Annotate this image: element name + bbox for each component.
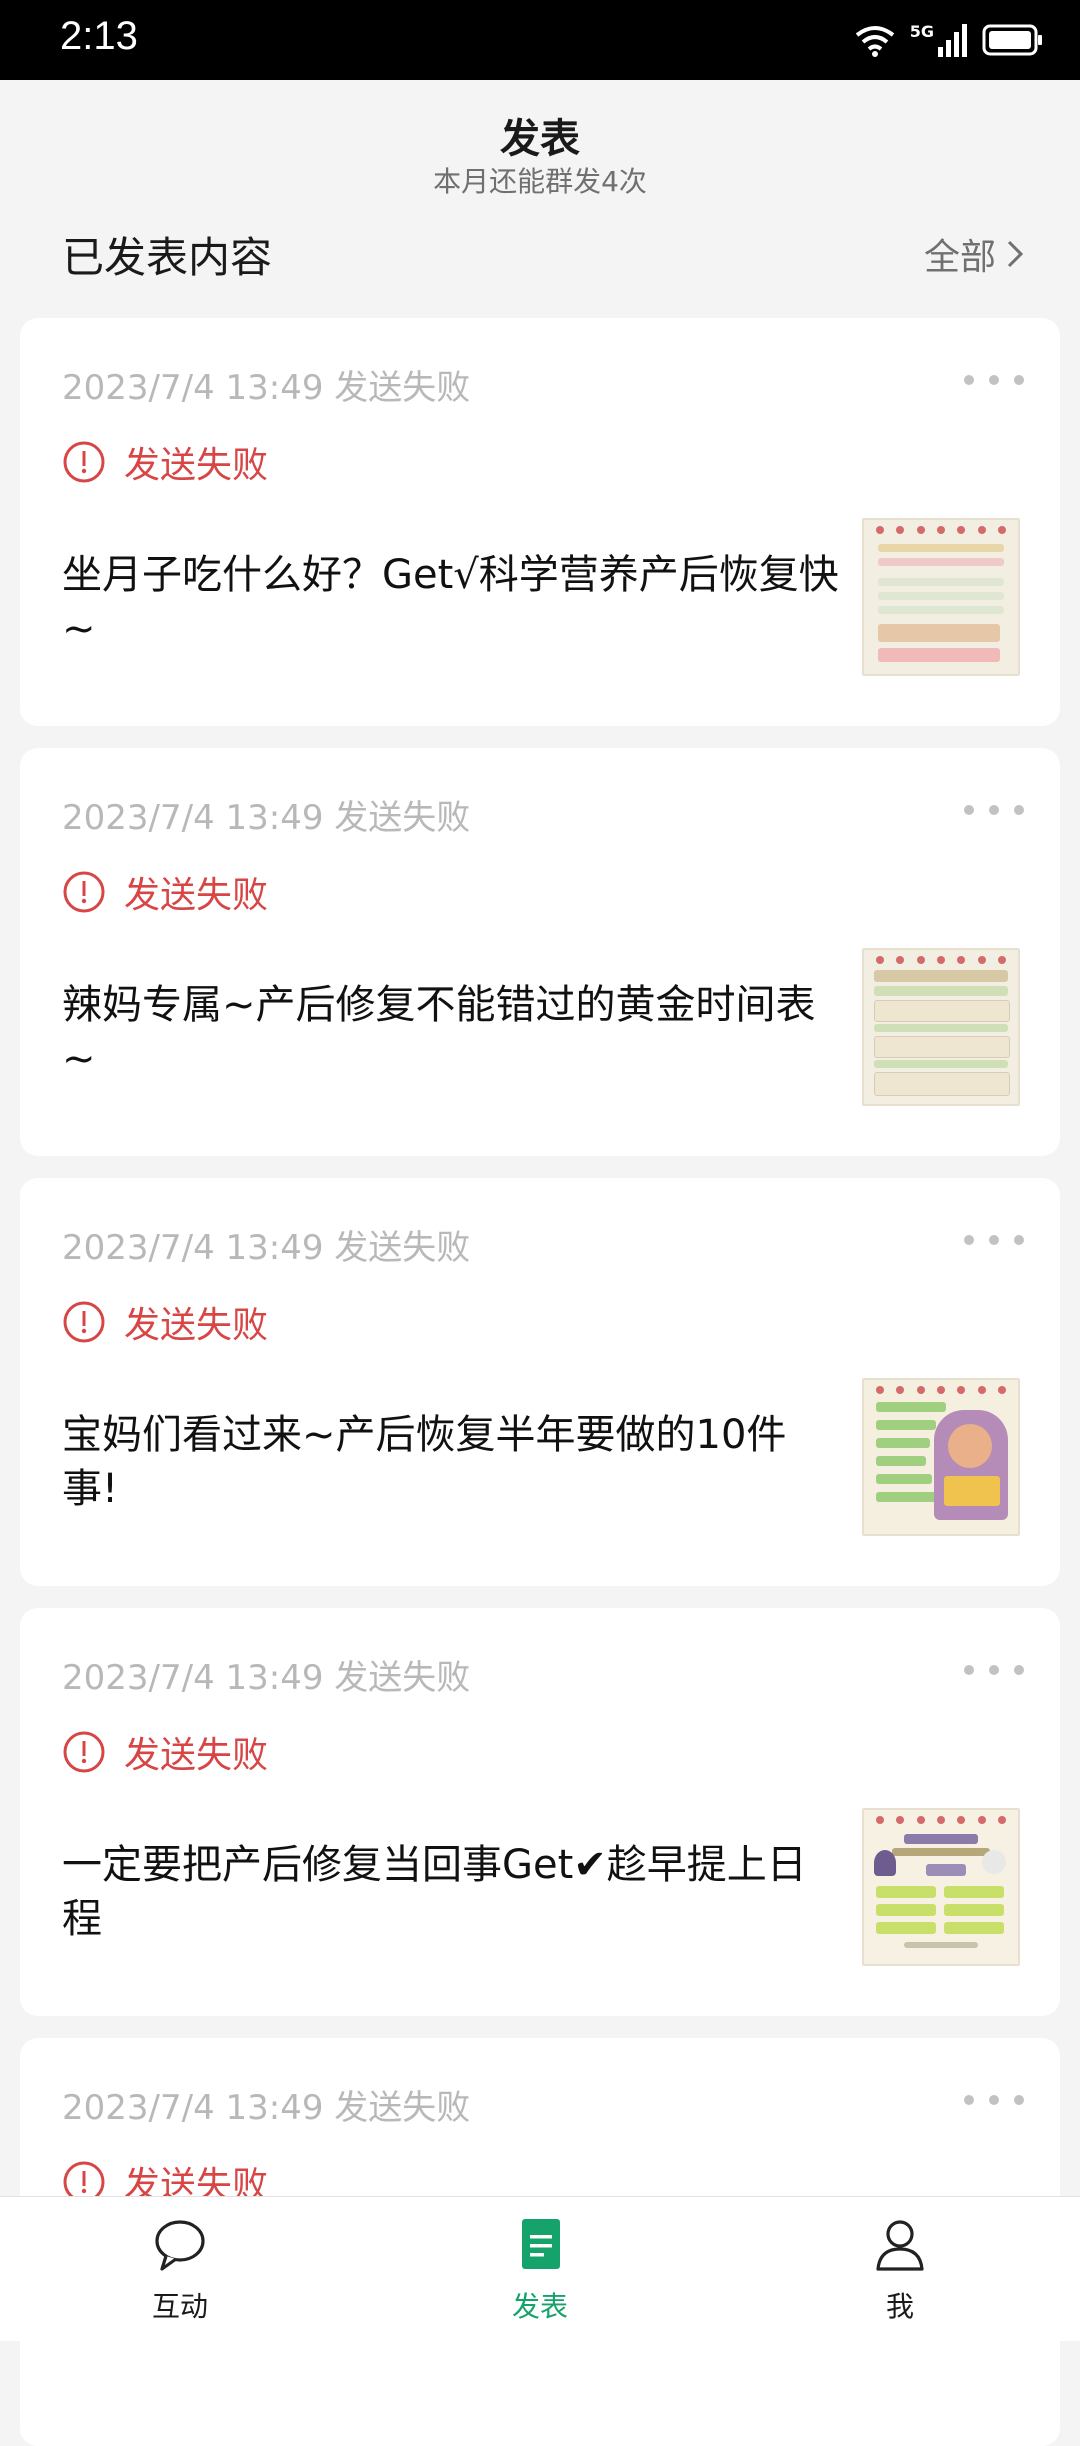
document-icon (522, 2219, 560, 2269)
post-card[interactable]: 2023/7/4 13:49 发送失败 发送失败 辣妈专属~产后修复不能错过的黄… (20, 748, 1060, 1156)
post-status-label: 发送失败 (124, 1735, 269, 1776)
more-options-icon[interactable] (964, 798, 1024, 822)
post-thumbnail (862, 1808, 1020, 1966)
post-title: 一定要把产后修复当回事Get✔趁早提上日程 (62, 1842, 807, 1942)
post-meta: 2023/7/4 13:49 发送失败 (62, 1658, 471, 1698)
post-meta: 2023/7/4 13:49 发送失败 (62, 798, 471, 838)
post-meta: 2023/7/4 13:49 发送失败 (62, 1228, 471, 1268)
nav-label: 发表 (511, 2290, 568, 2323)
post-status-label: 发送失败 (124, 445, 269, 486)
post-title: 坐月子吃什么好？Get√科学营养产后恢复快~ (62, 552, 839, 652)
post-status: 发送失败 (62, 1296, 268, 1348)
error-icon (63, 1731, 105, 1773)
page-header: 发表 本月还能群发4次 (0, 80, 1080, 208)
post-thumbnail (862, 948, 1020, 1106)
section-header: 已发表内容 全部 (0, 208, 1080, 298)
error-icon (63, 1301, 105, 1343)
more-options-icon[interactable] (964, 2088, 1024, 2112)
view-all-label: 全部 (923, 237, 996, 278)
nav-item-publish[interactable]: 发表 (440, 2197, 640, 2341)
view-all-link[interactable]: 全部 (924, 228, 1024, 280)
post-title: 辣妈专属~产后修复不能错过的黄金时间表~ (62, 982, 816, 1082)
error-icon (63, 871, 105, 913)
person-icon (876, 2220, 924, 2271)
nav-label: 我 (885, 2290, 914, 2323)
post-card[interactable]: 2023/7/4 13:49 发送失败 发送失败 宝妈们看过来~产后恢复半年要做… (20, 1178, 1060, 1586)
post-status-label: 发送失败 (124, 1305, 269, 1346)
status-time: 2:13 (60, 14, 138, 58)
post-status: 发送失败 (62, 436, 268, 488)
chat-bubble-icon (155, 2220, 205, 2271)
battery-icon (982, 24, 1042, 56)
bottom-nav: 互动 发表 我 (0, 2196, 1080, 2341)
nav-label: 互动 (151, 2290, 208, 2323)
page-title: 发表 (500, 116, 580, 162)
post-status-label: 发送失败 (124, 875, 269, 916)
nav-item-interact[interactable]: 互动 (80, 2197, 280, 2341)
post-status: 发送失败 (62, 1726, 268, 1778)
wifi-icon (855, 26, 894, 57)
post-meta: 2023/7/4 13:49 发送失败 (62, 2088, 471, 2128)
network-type-label: 5G (909, 21, 934, 41)
error-icon (63, 441, 105, 483)
post-thumbnail (862, 1378, 1020, 1536)
more-options-icon[interactable] (964, 1228, 1024, 1252)
more-options-icon[interactable] (964, 1658, 1024, 1682)
signal-icon (938, 24, 967, 57)
status-bar: 2:13 5G (0, 0, 1080, 80)
post-card[interactable]: 2023/7/4 13:49 发送失败 发送失败 一定要把产后修复当回事Get✔… (20, 1608, 1060, 2016)
post-meta: 2023/7/4 13:49 发送失败 (62, 368, 471, 408)
post-card[interactable]: 2023/7/4 13:49 发送失败 发送失败 坐月子吃什么好？Get√科学营… (20, 318, 1060, 726)
page-subtitle: 本月还能群发4次 (433, 165, 647, 198)
more-options-icon[interactable] (964, 368, 1024, 392)
post-status: 发送失败 (62, 866, 268, 918)
nav-item-me[interactable]: 我 (800, 2197, 1000, 2341)
post-thumbnail (862, 518, 1020, 676)
post-title: 宝妈们看过来~产后恢复半年要做的10件事! (62, 1412, 787, 1512)
section-label: 已发表内容 (62, 233, 273, 282)
status-icons: 5G (854, 18, 1044, 62)
chevron-right-icon (1007, 240, 1024, 268)
